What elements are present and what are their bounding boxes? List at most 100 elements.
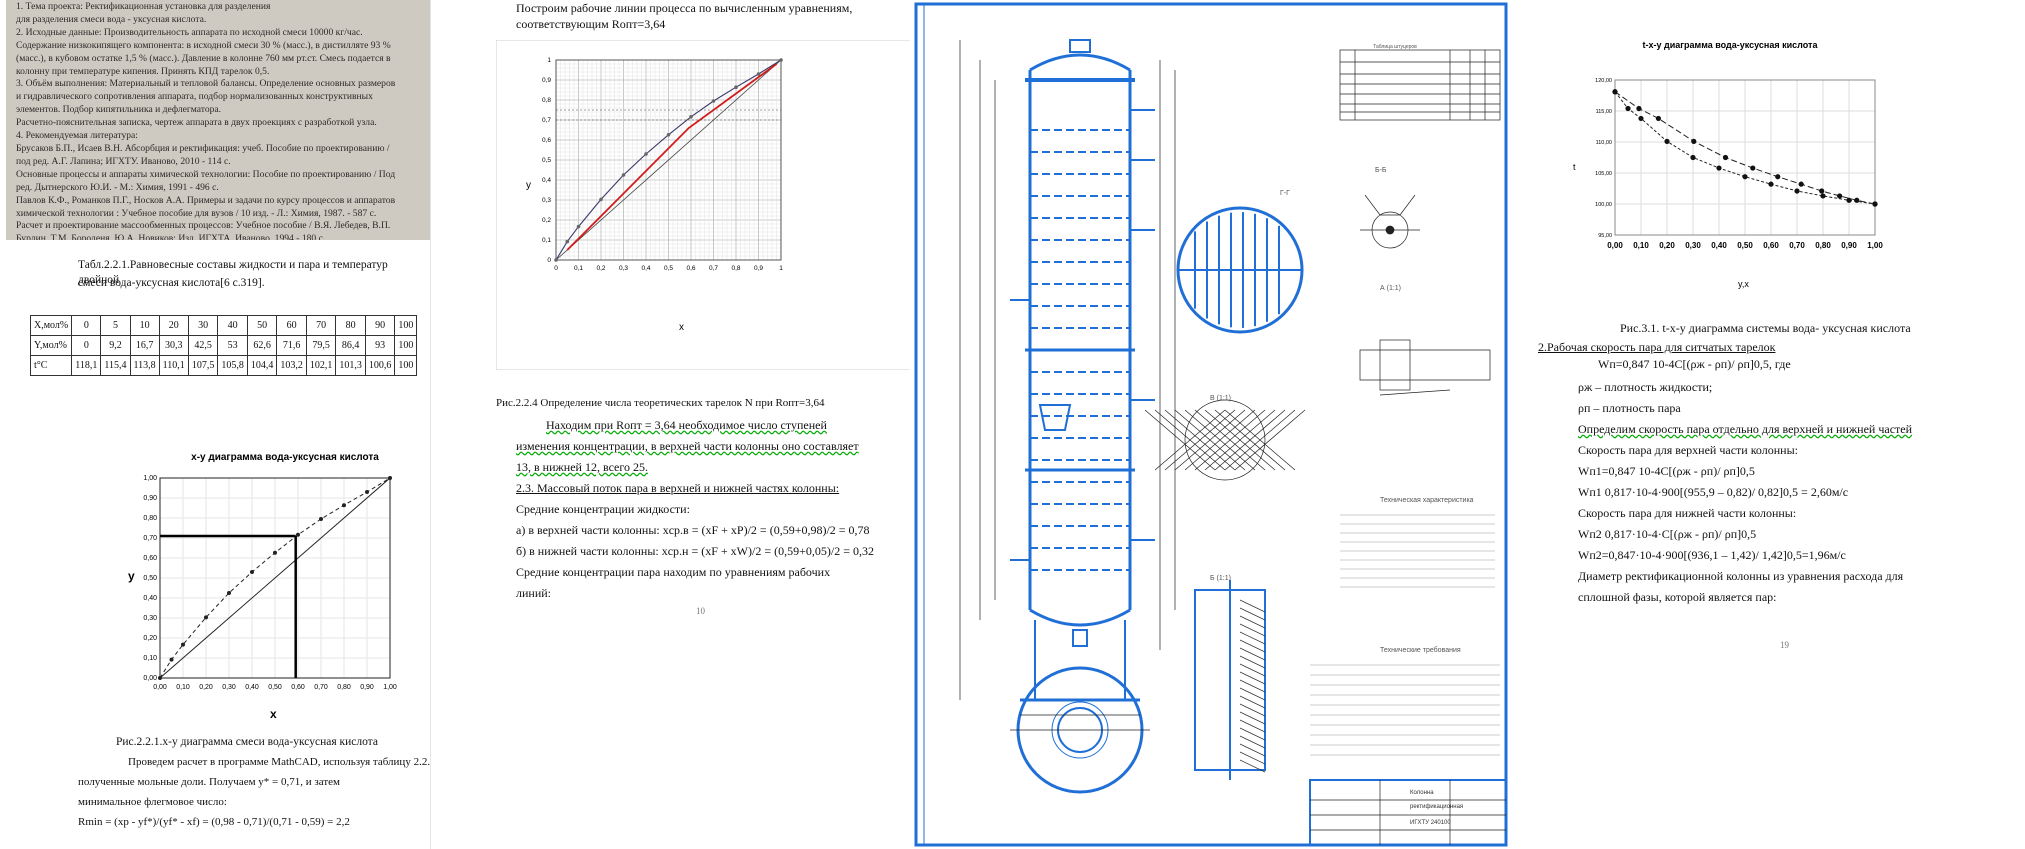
hatch-line (1239, 703, 1266, 717)
p1-text-line-4: Rmin = (xp - yf*)/(yf* - xf) = (0,98 - 0… (78, 816, 350, 828)
p4-line-6: Wп1 0,817·10-4·900[(955,9 – 0,82)/ 0,82]… (1578, 485, 1849, 499)
table-cell: 100 (394, 355, 418, 376)
vapor-point (1750, 165, 1756, 171)
mt-figure-caption: Рис.2.2.4 Определение числа теоретически… (496, 397, 825, 409)
assignment-line: Расчет и проектирование массообменных пр… (16, 220, 391, 232)
x-tick-label: 0,10 (1633, 241, 1649, 250)
y-tick-label: 0,4 (542, 177, 551, 184)
xy-chart-caption: Рис.2.2.1.x-y диаграмма смеси вода-уксус… (116, 736, 378, 748)
vapor-point (1655, 115, 1662, 122)
y-tick-label: 0 (547, 257, 551, 264)
equilibrium-point (644, 152, 648, 156)
assignment-line: для разделения смеси вода - уксусная кис… (16, 13, 207, 25)
vapor-point (1612, 89, 1618, 95)
hatch-line (1239, 623, 1266, 637)
table-cell: 62,6 (246, 335, 278, 356)
p4-line-3: Определим скорость пара отдельно для вер… (1578, 419, 1912, 440)
detail-label-a: А (1:1) (1380, 285, 1401, 292)
equilibrium-point (342, 503, 346, 508)
hatch-line (1239, 615, 1266, 629)
table-cell: 50 (246, 315, 278, 336)
hatch-line (1239, 751, 1266, 765)
mt-chart-xlabel: x (679, 322, 684, 333)
p4-formula: Wп=0,847 10-4С[(ρж - ρп)/ ρп]0,5, где (1598, 357, 1791, 371)
equilibrium-point (734, 85, 738, 89)
y-tick-label: 0,50 (143, 575, 157, 582)
vapor-point (1837, 193, 1843, 199)
equilibrium-point (576, 224, 581, 229)
txy-chart-xlabel: y,x (1738, 279, 1749, 289)
p4-line-5: Wп1=0,847 10-4С[(ρж - ρп)/ ρп]0,5 (1578, 464, 1755, 478)
x-tick-label: 1,00 (383, 684, 397, 691)
equilibrium-point (599, 197, 603, 202)
y-tick-label: 0,80 (143, 515, 157, 522)
table-cell: 30,3 (158, 335, 189, 356)
assignment-line: элементов. Подбор кипятильника и дефлегм… (16, 104, 222, 116)
p2-body-line-5: линий: (516, 586, 552, 600)
stamp-line-1: Колонна (1410, 790, 1434, 796)
table-cell: 110,1 (158, 355, 189, 376)
row-header: Х,мол% (29, 315, 73, 336)
xy-chart-title: x-y диаграмма вода-уксусная кислота (191, 452, 379, 463)
assignment-line: Основные процессы и аппараты химической … (16, 168, 396, 180)
y-tick-label: 0,60 (143, 555, 157, 562)
y-tick-label: 0,00 (143, 675, 157, 682)
y-tick-label: 95,00 (1598, 233, 1612, 239)
x-tick-label: 0,20 (1659, 241, 1675, 250)
equilibrium-point (250, 570, 254, 574)
p2-section-heading: 2.3. Массовый поток пара в верхней и ниж… (516, 478, 839, 499)
table-cell: 100,6 (364, 355, 396, 376)
equilibrium-point (388, 476, 392, 480)
page-panel-2: Построим рабочие линии процесса по вычис… (430, 0, 911, 849)
hatch-line (1239, 695, 1266, 709)
assignment-line: ред. Дытнерского Ю.И. - М.: Химия, 1991 … (16, 181, 219, 193)
hatch-line (1239, 671, 1266, 685)
p1-text-line-3: минимальное флегмовое число: (78, 796, 227, 808)
y-tick-label: 0,8 (542, 97, 551, 104)
table-cell: 86,4 (335, 335, 366, 356)
tech-notes-title: Технические требования (1380, 646, 1461, 654)
assignment-line: 3. Объём выполнения: Материальный и тепл… (16, 78, 396, 90)
table-cell: 79,5 (305, 335, 337, 356)
assignment-line: Содержание низкокипящего компонента: в и… (16, 39, 391, 51)
equilibrium-point (227, 591, 231, 595)
hatch-line (1239, 599, 1266, 613)
p2-para-line-3: 13, в нижней 12, всего 25. (516, 457, 648, 478)
y-tick-label: 0,7 (542, 117, 551, 124)
x-tick-label: 0,7 (709, 265, 718, 272)
liquid-point (1846, 197, 1852, 203)
table-cell: 42,5 (187, 335, 219, 356)
page-panel-3: Таблица штуцеров Б-Б Г-Г А (1:1) В (1:1)… (910, 0, 1510, 849)
table-cell: 16,7 (129, 335, 160, 356)
liquid-point (1638, 115, 1644, 122)
hatch-line (1239, 735, 1266, 749)
p4-line-2: ρп – плотность пара (1578, 401, 1681, 415)
p4-line-10: Диаметр ректификационной колонны из урав… (1578, 569, 1904, 583)
y-tick-label: 0,20 (143, 635, 157, 642)
x-tick-label: 0,70 (1789, 241, 1805, 250)
mesh-line (1144, 409, 1216, 471)
x-tick-label: 0,20 (199, 684, 213, 691)
table-cell: 100 (394, 335, 418, 356)
hatch-line (1239, 727, 1266, 741)
p2-para-line-2: изменения концентрации, в верхней части … (516, 436, 859, 457)
assignment-line: колонну при температуре кипения. Принять… (16, 65, 270, 77)
y-tick-label: 0,1 (542, 237, 551, 244)
equilibrium-point (711, 99, 716, 103)
p2-body-line-2: а) в верхней части колонны: xср.в = (xF … (516, 523, 870, 537)
equilibrium-table: Х,мол% 0 5 10 20 30 40 50 60 70 80 90 100 Y,мол% 0 9,2 1… (29, 315, 418, 376)
liquid-point (1690, 154, 1696, 161)
p4-page-number: 19 (1780, 640, 1789, 650)
p4-line-8: Wп2 0,817·10-4·С[(ρж - ρп)/ ρп]0,5 (1578, 527, 1757, 541)
tech-spec-title: Техническая характеристика (1380, 497, 1474, 504)
x-tick-label: 0,8 (731, 265, 740, 272)
stamp-line-3: ИГХТУ 240100 (1410, 820, 1451, 826)
x-tick-label: 1,00 (1867, 241, 1883, 250)
x-tick-label: 0,00 (153, 684, 167, 691)
p2-para-line-1: Находим при Rопт = 3,64 необходимое числ… (546, 415, 827, 436)
liquid-point (1820, 193, 1826, 199)
x-tick-label: 0,90 (1841, 241, 1857, 250)
y-tick-label: 0,90 (143, 495, 157, 502)
table-row: Х,мол% 0 5 10 20 30 40 50 60 70 80 90 100 (29, 315, 418, 336)
x-tick-label: 0,90 (360, 684, 374, 691)
